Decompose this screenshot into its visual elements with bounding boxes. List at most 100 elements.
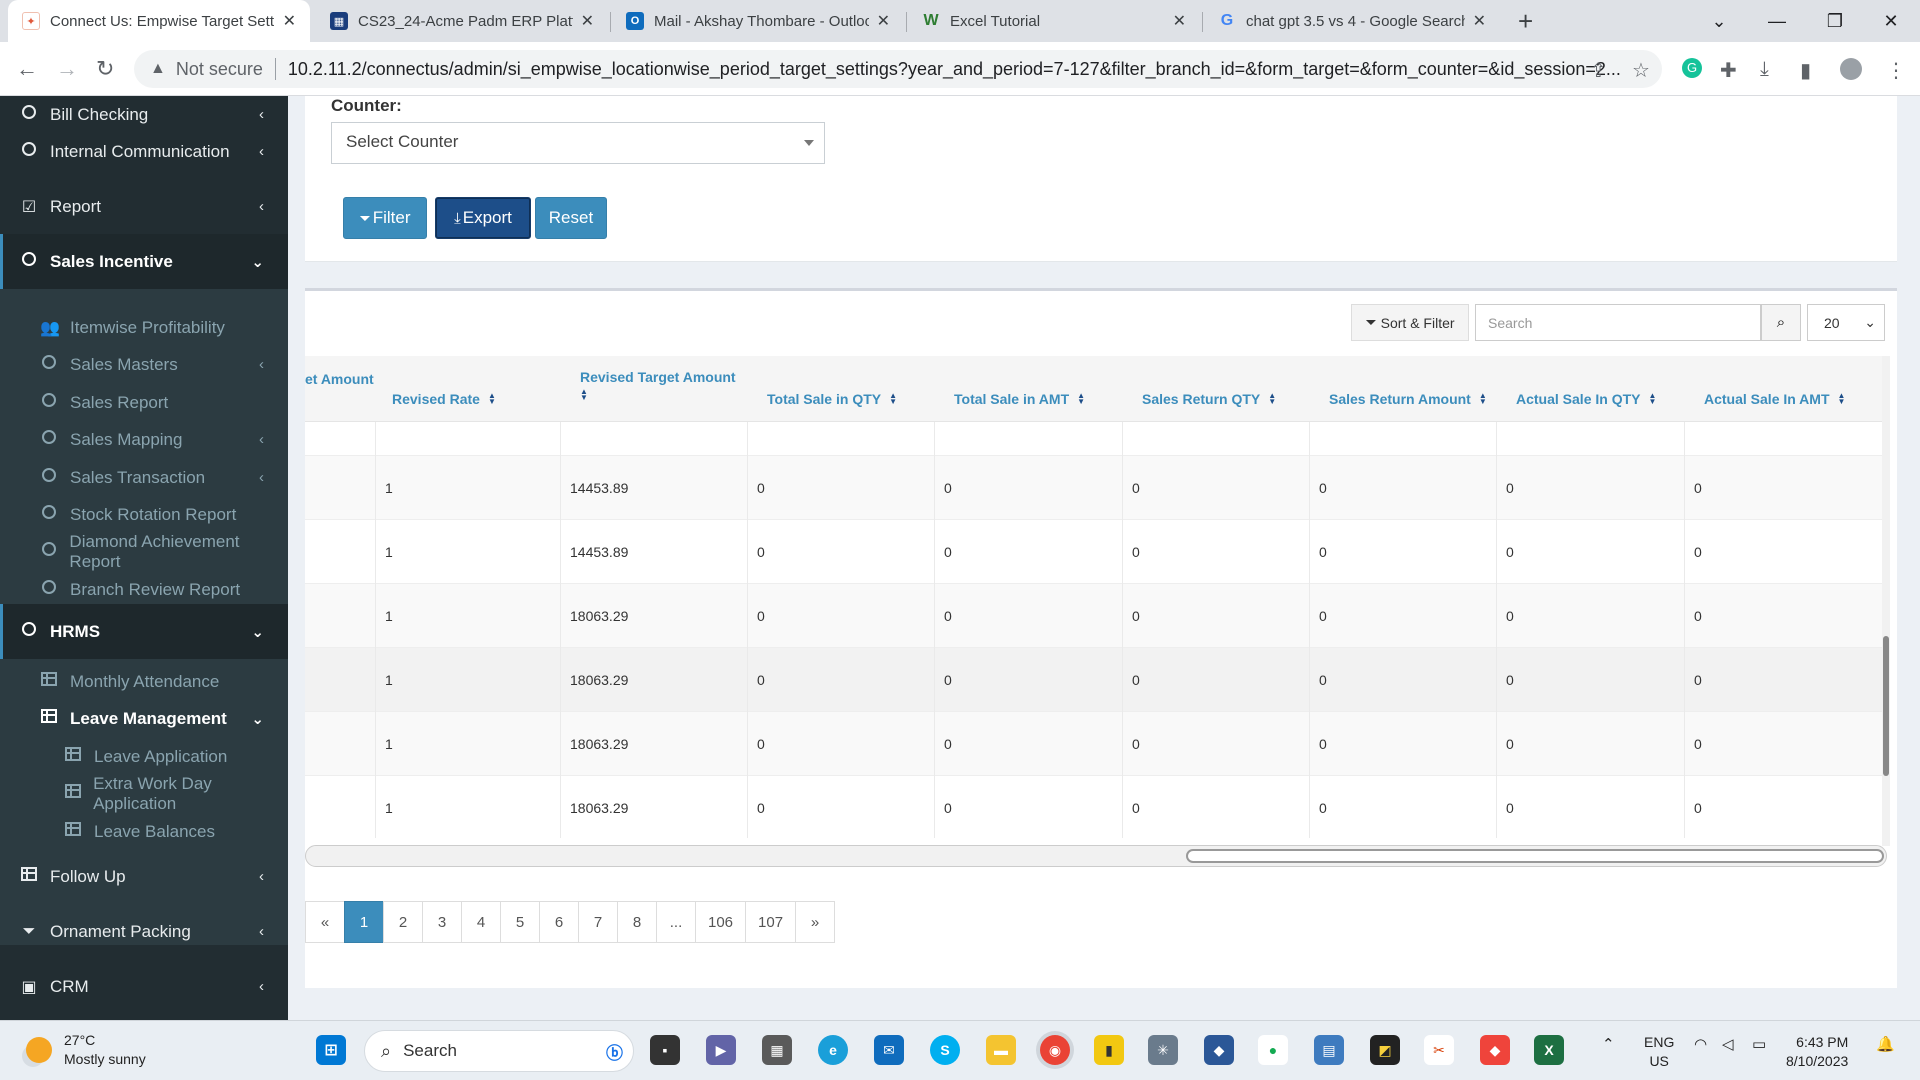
language-indicator[interactable]: ENG US (1644, 1033, 1674, 1071)
sidebar-item-leave-management[interactable]: Leave Management ⌄ (0, 700, 288, 737)
skype-icon[interactable]: S (930, 1035, 960, 1065)
restore-icon[interactable]: ❐ (1806, 0, 1864, 42)
new-tab-icon[interactable]: + (1518, 6, 1533, 37)
close-tab-icon[interactable]: ✕ (877, 11, 890, 31)
app-blue-icon[interactable]: ◆ (1204, 1035, 1234, 1065)
grammarly-icon[interactable]: G (1682, 58, 1702, 78)
pagination-prev[interactable]: « (305, 901, 345, 943)
counter-select[interactable]: Select Counter (331, 122, 825, 164)
volume-icon[interactable]: ◁ (1722, 1035, 1734, 1053)
sidebar-item-stock-rotation-report[interactable]: Stock Rotation Report (0, 496, 288, 533)
power-bi-icon[interactable]: ▮ (1094, 1035, 1124, 1065)
tab-connect-us[interactable]: ✦ Connect Us: Empwise Target Sett ✕ (8, 0, 310, 42)
pagination-page[interactable]: 7 (578, 901, 618, 943)
extensions-icon[interactable]: ✚ (1720, 58, 1737, 83)
warning-icon[interactable]: ▲ (150, 60, 166, 78)
teams-chat-icon[interactable]: ▶ (706, 1035, 736, 1065)
pagination-page[interactable]: 2 (383, 901, 423, 943)
sidebar-item-branch-review-report[interactable]: Branch Review Report (0, 571, 288, 608)
profile-avatar[interactable] (1840, 58, 1862, 80)
pagination-page[interactable]: 8 (617, 901, 657, 943)
scrollbar-thumb[interactable] (1186, 849, 1884, 863)
sidebar-item-extra-work-day-application[interactable]: Extra Work Day Application (0, 774, 288, 813)
show-hidden-icons[interactable]: ⌃ (1602, 1035, 1615, 1053)
sidebar-item-sales-report[interactable]: Sales Report (0, 384, 288, 421)
side-panel-icon[interactable]: ▮ (1800, 58, 1811, 83)
sidebar-item-itemwise-profitability[interactable]: 👥 Itemwise Profitability (0, 309, 288, 346)
pagination-page[interactable]: 6 (539, 901, 579, 943)
close-tab-icon[interactable]: ✕ (283, 11, 296, 31)
filter-button[interactable]: ⏷ Filter (343, 197, 427, 239)
back-icon[interactable]: ← (16, 56, 38, 82)
clock[interactable]: 6:43 PM 8/10/2023 (1786, 1033, 1848, 1071)
sidebar-item-sales-incentive[interactable]: Sales Incentive ⌄ (0, 234, 288, 289)
forward-icon[interactable]: → (56, 56, 78, 82)
windows-start-icon[interactable]: ⊞ (316, 1035, 346, 1065)
close-tab-icon[interactable]: ✕ (1173, 11, 1186, 31)
column-header-revised-target-amount[interactable]: Revised Target Amount ▲ ▼ (580, 356, 760, 422)
sidebar-item-sales-masters[interactable]: Sales Masters ‹ (0, 346, 288, 383)
sidebar-item-follow-up[interactable]: Follow Up ‹ (0, 849, 288, 904)
share-icon[interactable]: ⇪ (1590, 58, 1607, 83)
pagination-next[interactable]: » (795, 901, 836, 943)
page-size-select[interactable]: 20 ⌄ (1807, 304, 1885, 341)
sidebar-item-leave-application[interactable]: Leave Application (0, 738, 288, 775)
table-horizontal-scrollbar[interactable] (305, 845, 1887, 867)
snipping-grid-icon[interactable]: ✳ (1148, 1035, 1178, 1065)
reload-icon[interactable]: ↻ (96, 56, 114, 82)
pagination-page[interactable]: 3 (422, 901, 462, 943)
edge-icon[interactable]: e (818, 1035, 848, 1065)
close-tab-icon[interactable]: ✕ (581, 11, 594, 31)
sidebar-item-leave-balances[interactable]: Leave Balances (0, 813, 288, 850)
tab-outlook-mail[interactable]: O Mail - Akshay Thombare - Outloo ✕ (612, 0, 904, 42)
url-text[interactable]: 10.2.11.2/connectus/admin/si_empwise_loc… (288, 59, 1628, 80)
remote-desktop-icon[interactable]: ▤ (1314, 1035, 1344, 1065)
column-header-target-amount[interactable]: et Amount (305, 356, 375, 412)
task-view-icon[interactable]: ▪ (650, 1035, 680, 1065)
chrome-menu-icon[interactable]: ⋮ (1886, 58, 1906, 83)
close-window-icon[interactable]: ✕ (1862, 0, 1920, 42)
snip-tool-icon[interactable]: ✂ (1424, 1035, 1454, 1065)
close-tab-icon[interactable]: ✕ (1473, 11, 1486, 31)
search-button[interactable]: ⌕ (1761, 304, 1801, 341)
battery-icon[interactable]: ▭ (1752, 1035, 1766, 1053)
address-bar[interactable]: ▲ Not secure 10.2.11.2/connectus/admin/s… (134, 50, 1662, 88)
scrollbar-thumb[interactable] (1883, 636, 1889, 776)
sidebar-item-diamond-achievement-report[interactable]: Diamond Achievement Report (0, 532, 288, 571)
pagination-page[interactable]: 5 (500, 901, 540, 943)
sort-filter-button[interactable]: ⏷ Sort & Filter (1351, 304, 1469, 341)
excel-icon[interactable]: X (1534, 1035, 1564, 1065)
bookmark-star-icon[interactable]: ☆ (1632, 58, 1650, 83)
table-search-input[interactable]: Search (1475, 304, 1761, 341)
minimize-icon[interactable]: — (1748, 0, 1806, 42)
sidebar-item-crm[interactable]: ▣ CRM ‹ (0, 959, 288, 1014)
tab-excel-tutorial[interactable]: W Excel Tutorial ✕ (908, 0, 1200, 42)
calculator-icon[interactable]: ▦ (762, 1035, 792, 1065)
tab-search-icon[interactable]: ⌄ (1690, 0, 1748, 42)
weather-widget[interactable]: 27°C Mostly sunny (26, 1031, 146, 1069)
notification-icon[interactable]: 🔔 (1876, 1035, 1895, 1053)
sidebar-item-ornament-packing[interactable]: ⏷ Ornament Packing ‹ (0, 904, 288, 959)
pagination-page[interactable]: 107 (745, 901, 797, 943)
sidebar-item-monthly-attendance[interactable]: Monthly Attendance (0, 663, 288, 700)
anydesk-icon[interactable]: ◆ (1480, 1035, 1510, 1065)
download-icon[interactable]: ⤓ (1760, 58, 1769, 81)
file-explorer-icon[interactable]: ▬ (986, 1035, 1016, 1065)
tab-google-search[interactable]: G chat gpt 3.5 vs 4 - Google Search ✕ (1204, 0, 1500, 42)
pagination-page[interactable]: 1 (344, 901, 384, 943)
sidebar-item-hrms[interactable]: HRMS ⌄ (0, 604, 288, 659)
sidebar-item-sales-transaction[interactable]: Sales Transaction ‹ (0, 459, 288, 496)
reset-button[interactable]: Reset (535, 197, 607, 239)
sidebar-item-internal-communication[interactable]: Internal Communication ‹ (0, 124, 288, 179)
pagination-page[interactable]: 4 (461, 901, 501, 943)
sidebar-item-report[interactable]: ☑ Report ‹ (0, 179, 288, 234)
mail-icon[interactable]: ✉ (874, 1035, 904, 1065)
mongodb-icon[interactable]: ● (1258, 1035, 1288, 1065)
wifi-icon[interactable]: ◠ (1694, 1035, 1707, 1053)
export-button[interactable]: ⤓ Export (435, 197, 531, 239)
sticky-notes-icon[interactable]: ◩ (1370, 1035, 1400, 1065)
tab-acme-erp[interactable]: ▦ CS23_24-Acme Padm ERP Platfor ✕ (316, 0, 608, 42)
table-vertical-scrollbar[interactable] (1882, 356, 1890, 846)
pagination-page[interactable]: 106 (695, 901, 747, 943)
taskbar-search[interactable]: ⌕ Search ⓑ (364, 1030, 634, 1072)
